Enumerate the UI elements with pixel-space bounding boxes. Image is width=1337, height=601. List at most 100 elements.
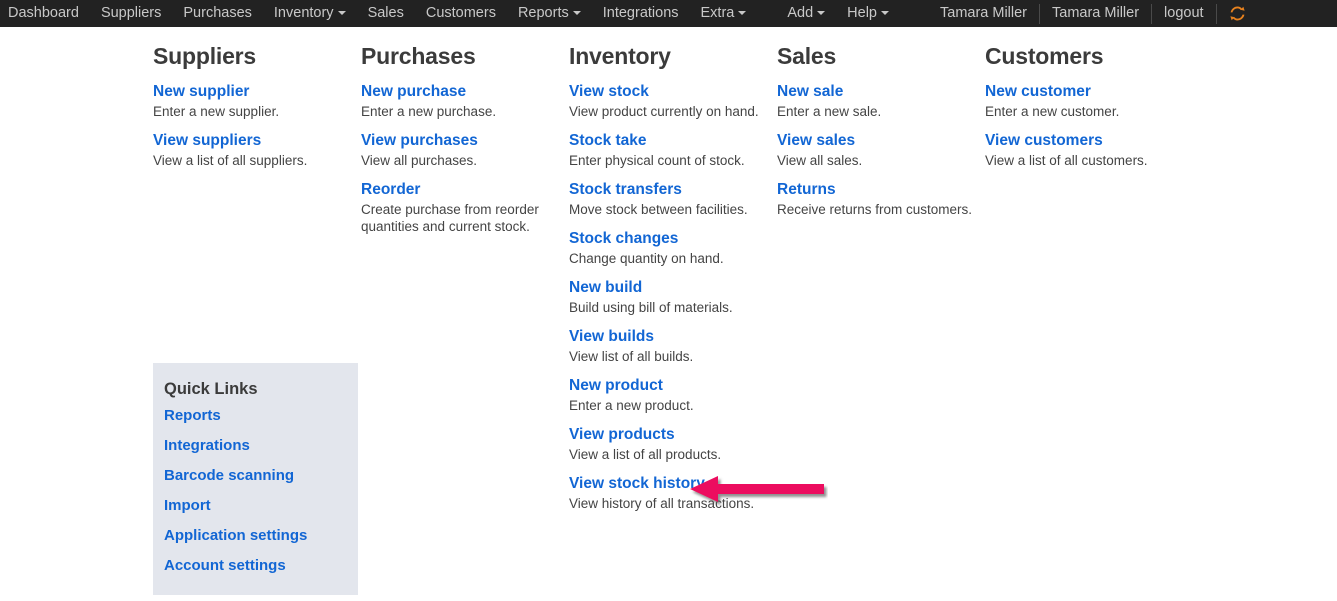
- desc-stock-transfers: Move stock between facilities.: [569, 202, 748, 217]
- nav-item-inventory[interactable]: Inventory: [263, 0, 357, 27]
- desc-new-product: Enter a new product.: [569, 398, 694, 413]
- quick-link-account-settings[interactable]: Account settings: [153, 551, 358, 581]
- nav-item-label: Extra: [700, 5, 735, 21]
- menu-entry-view-builds: View builds View list of all builds.: [569, 327, 765, 365]
- menu-entry-view-stock: View stock View product currently on han…: [569, 82, 765, 120]
- menu-column-suppliers: Suppliers New supplier Enter a new suppl…: [153, 27, 361, 169]
- desc-stock-take: Enter physical count of stock.: [569, 153, 745, 168]
- link-reorder[interactable]: Reorder: [361, 180, 557, 199]
- nav-item-sales[interactable]: Sales: [357, 0, 415, 27]
- nav-item-label: Customers: [425, 5, 496, 21]
- nav-item-dashboard[interactable]: Dashboard: [0, 0, 90, 27]
- desc-new-customer: Enter a new customer.: [985, 104, 1120, 119]
- menu-entry-returns: Returns Receive returns from customers.: [777, 180, 973, 218]
- nav-item-extra[interactable]: Extra: [690, 0, 758, 27]
- link-view-products[interactable]: View products: [569, 425, 765, 444]
- quick-link-barcode-scanning[interactable]: Barcode scanning: [153, 461, 358, 491]
- user-account-link[interactable]: Tamara Miller: [928, 0, 1039, 27]
- link-view-sales[interactable]: View sales: [777, 131, 973, 150]
- quick-link-application-settings[interactable]: Application settings: [153, 521, 358, 551]
- link-stock-take[interactable]: Stock take: [569, 131, 765, 150]
- menu-entry-stock-take: Stock take Enter physical count of stock…: [569, 131, 765, 169]
- link-new-customer[interactable]: New customer: [985, 82, 1213, 101]
- link-new-purchase[interactable]: New purchase: [361, 82, 557, 101]
- desc-view-stock: View product currently on hand.: [569, 104, 759, 119]
- menu-column-inventory: Inventory View stock View product curren…: [569, 27, 777, 512]
- navbar-user-area: Tamara Miller Tamara Miller logout: [928, 0, 1256, 27]
- link-new-sale[interactable]: New sale: [777, 82, 973, 101]
- nav-item-label: Reports: [517, 5, 569, 21]
- menu-entry-view-customers: View customers View a list of all custom…: [985, 131, 1213, 169]
- top-navbar: Dashboard Suppliers Purchases Inventory …: [0, 0, 1337, 27]
- menu-entry-view-stock-history: View stock history View history of all t…: [569, 474, 765, 512]
- nav-item-label: Help: [847, 5, 877, 21]
- chevron-down-icon: [881, 11, 889, 15]
- nav-item-customers[interactable]: Customers: [415, 0, 507, 27]
- link-new-supplier[interactable]: New supplier: [153, 82, 349, 101]
- link-new-build[interactable]: New build: [569, 278, 765, 297]
- nav-item-integrations[interactable]: Integrations: [592, 0, 690, 27]
- refresh-sync-icon: [1229, 6, 1245, 21]
- link-view-purchases[interactable]: View purchases: [361, 131, 557, 150]
- quick-link-reports[interactable]: Reports: [153, 401, 358, 431]
- nav-item-suppliers[interactable]: Suppliers: [90, 0, 172, 27]
- nav-item-label: Dashboard: [8, 5, 79, 21]
- column-title: Purchases: [361, 43, 476, 69]
- menu-entry-reorder: Reorder Create purchase from reorder qua…: [361, 180, 557, 235]
- column-title: Customers: [985, 43, 1104, 69]
- desc-view-builds: View list of all builds.: [569, 349, 694, 364]
- chevron-down-icon: [337, 11, 346, 15]
- chevron-down-icon: [817, 11, 826, 15]
- menu-entry-new-customer: New customer Enter a new customer.: [985, 82, 1213, 120]
- menu-entry-view-purchases: View purchases View all purchases.: [361, 131, 557, 169]
- menu-entry-stock-transfers: Stock transfers Move stock between facil…: [569, 180, 765, 218]
- nav-item-label: Purchases: [183, 5, 252, 21]
- nav-item-label: Suppliers: [100, 5, 162, 21]
- link-returns[interactable]: Returns: [777, 180, 973, 199]
- quick-links-title: Quick Links: [164, 380, 258, 398]
- user-profile-link[interactable]: Tamara Miller: [1040, 0, 1151, 27]
- link-new-product[interactable]: New product: [569, 376, 765, 395]
- nav-item-label: Add: [787, 5, 814, 21]
- desc-reorder: Create purchase from reorder quantities …: [361, 202, 539, 234]
- navbar-secondary-menu: Add Help: [779, 0, 900, 27]
- link-view-suppliers[interactable]: View suppliers: [153, 131, 349, 150]
- desc-new-purchase: Enter a new purchase.: [361, 104, 497, 119]
- navbar-primary-menu: Dashboard Suppliers Purchases Inventory …: [0, 0, 757, 27]
- chevron-down-icon: [738, 11, 747, 15]
- menu-entry-stock-changes: Stock changes Change quantity on hand.: [569, 229, 765, 267]
- menu-entry-view-suppliers: View suppliers View a list of all suppli…: [153, 131, 349, 169]
- desc-new-build: Build using bill of materials.: [569, 300, 733, 315]
- link-stock-transfers[interactable]: Stock transfers: [569, 180, 765, 199]
- refresh-button[interactable]: [1217, 0, 1256, 27]
- quick-link-integrations[interactable]: Integrations: [153, 431, 358, 461]
- nav-item-add[interactable]: Add: [779, 0, 836, 27]
- link-view-stock[interactable]: View stock: [569, 82, 765, 101]
- nav-item-label: Sales: [367, 5, 404, 21]
- nav-item-label: Inventory: [273, 5, 334, 21]
- desc-view-products: View a list of all products.: [569, 447, 722, 462]
- column-title: Inventory: [569, 43, 671, 69]
- menu-entry-view-sales: View sales View all sales.: [777, 131, 973, 169]
- column-title: Suppliers: [153, 43, 257, 69]
- menu-entry-new-purchase: New purchase Enter a new purchase.: [361, 82, 557, 120]
- desc-view-sales: View all sales.: [777, 153, 863, 168]
- link-stock-changes[interactable]: Stock changes: [569, 229, 765, 248]
- nav-item-label: Integrations: [602, 5, 679, 21]
- desc-view-purchases: View all purchases.: [361, 153, 478, 168]
- menu-entry-new-supplier: New supplier Enter a new supplier.: [153, 82, 349, 120]
- link-view-stock-history[interactable]: View stock history: [569, 474, 765, 493]
- desc-stock-changes: Change quantity on hand.: [569, 251, 724, 266]
- desc-view-stock-history: View history of all transactions.: [569, 496, 755, 511]
- nav-item-help[interactable]: Help: [836, 0, 900, 27]
- desc-returns: Receive returns from customers.: [777, 202, 973, 217]
- nav-item-purchases[interactable]: Purchases: [172, 0, 263, 27]
- menu-entry-new-sale: New sale Enter a new sale.: [777, 82, 973, 120]
- link-view-builds[interactable]: View builds: [569, 327, 765, 346]
- logout-link[interactable]: logout: [1152, 0, 1216, 27]
- quick-link-import[interactable]: Import: [153, 491, 358, 521]
- link-view-customers[interactable]: View customers: [985, 131, 1213, 150]
- nav-item-reports[interactable]: Reports: [507, 0, 592, 27]
- desc-view-customers: View a list of all customers.: [985, 153, 1148, 168]
- desc-new-supplier: Enter a new supplier.: [153, 104, 280, 119]
